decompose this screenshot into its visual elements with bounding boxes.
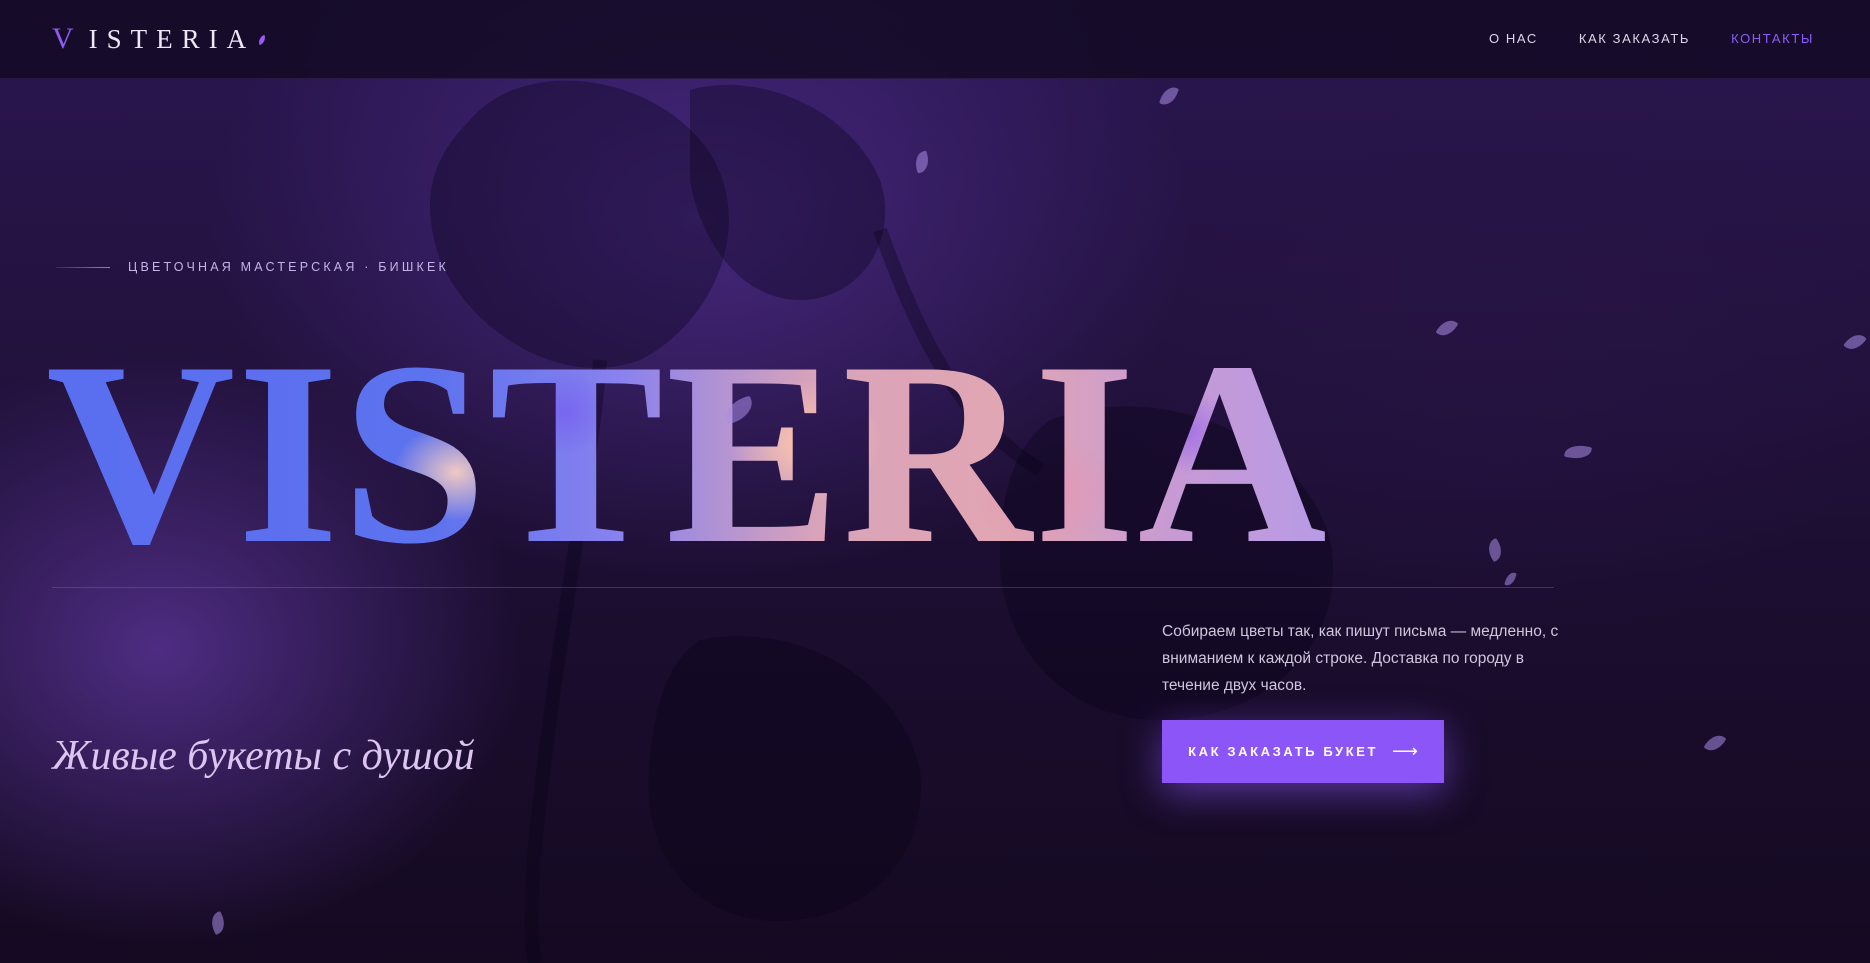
order-bouquet-button-label: КАК ЗАКАЗАТЬ БУКЕТ bbox=[1188, 744, 1379, 759]
arrow-right-icon: ⟶ bbox=[1392, 741, 1418, 761]
falling-petal bbox=[912, 150, 932, 174]
falling-petal bbox=[1843, 329, 1867, 355]
falling-petal bbox=[1435, 315, 1459, 341]
falling-petal bbox=[1703, 730, 1727, 756]
eyebrow: ЦВЕТОЧНАЯ МАСТЕРСКАЯ · БИШКЕК bbox=[56, 260, 449, 274]
site-header: V ISTERIA О НАС КАК ЗАКАЗАТЬ КОНТАКТЫ bbox=[0, 0, 1870, 79]
falling-petal bbox=[1563, 442, 1593, 462]
petal-icon bbox=[256, 34, 268, 46]
falling-petal bbox=[1504, 571, 1517, 587]
order-bouquet-button[interactable]: КАК ЗАКАЗАТЬ БУКЕТ ⟶ bbox=[1162, 720, 1444, 783]
nav-link-how-to-order[interactable]: КАК ЗАКАЗАТЬ bbox=[1579, 31, 1690, 46]
falling-petal bbox=[1483, 537, 1507, 563]
hero-tagline: Живые букеты с душой bbox=[52, 733, 475, 779]
main-nav: О НАС КАК ЗАКАЗАТЬ КОНТАКТЫ bbox=[1489, 31, 1814, 46]
eyebrow-text: ЦВЕТОЧНАЯ МАСТЕРСКАЯ · БИШКЕК bbox=[128, 260, 450, 274]
nav-link-contacts[interactable]: КОНТАКТЫ bbox=[1731, 31, 1814, 46]
logo[interactable]: V ISTERIA bbox=[52, 22, 255, 56]
logo-text: ISTERIA bbox=[88, 24, 256, 54]
eyebrow-line bbox=[56, 266, 110, 268]
page: V ISTERIA О НАС КАК ЗАКАЗАТЬ КОНТАКТЫ ЦВ… bbox=[0, 0, 1870, 963]
falling-petal bbox=[1159, 84, 1179, 108]
falling-petal bbox=[207, 910, 229, 936]
hero-title: VISTERIA bbox=[46, 308, 1329, 598]
hero-description: Собираем цветы так, как пишут письма — м… bbox=[1162, 623, 1559, 694]
nav-link-about[interactable]: О НАС bbox=[1489, 31, 1538, 46]
logo-initial: V bbox=[52, 22, 83, 55]
hero-divider bbox=[52, 587, 1554, 588]
